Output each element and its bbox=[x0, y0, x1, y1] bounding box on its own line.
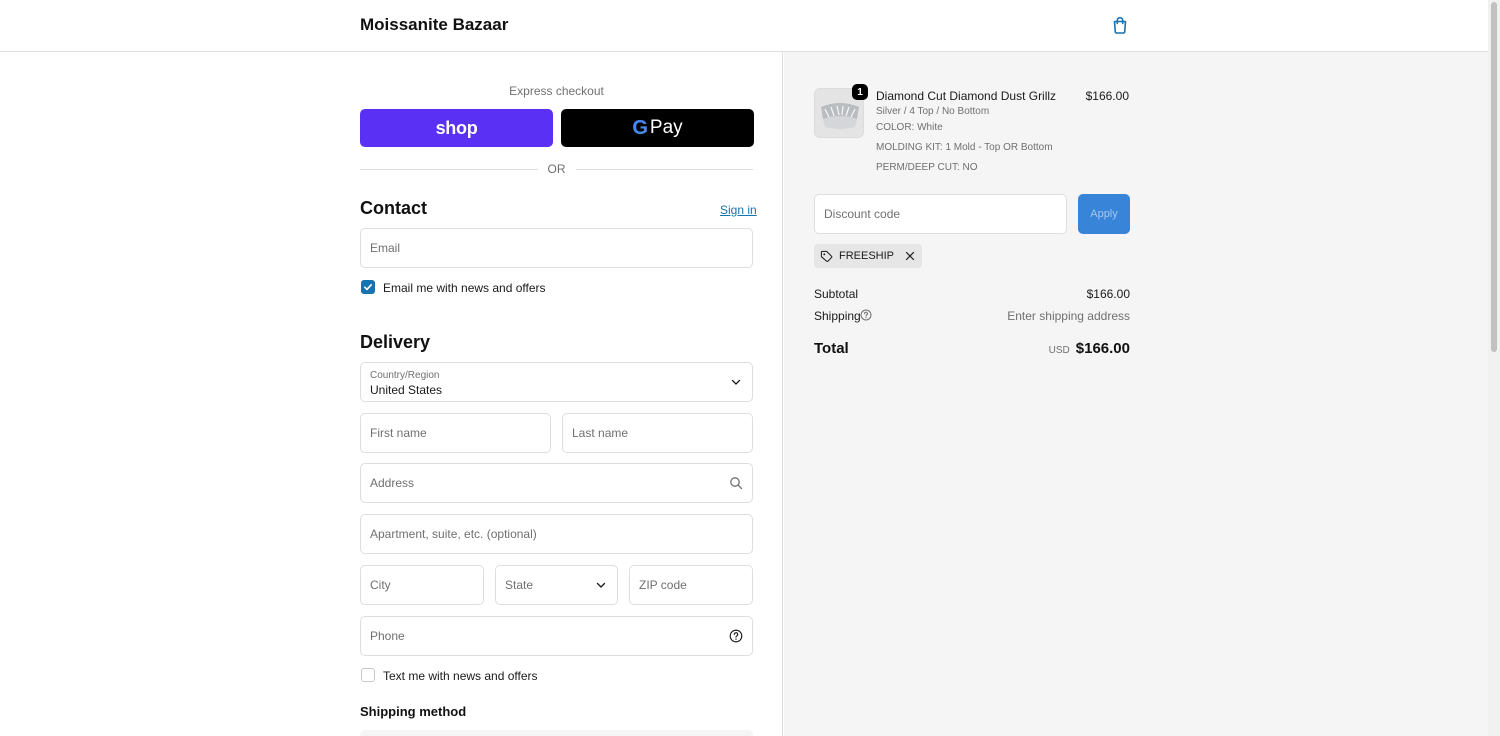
shipping-label: Shipping bbox=[814, 309, 861, 323]
help-circle-icon[interactable] bbox=[729, 629, 743, 643]
country-value: United States bbox=[370, 383, 443, 397]
sms-news-checkbox[interactable] bbox=[361, 668, 375, 682]
email-placeholder: Email bbox=[370, 241, 401, 255]
search-icon bbox=[730, 477, 743, 490]
tag-icon bbox=[820, 250, 833, 262]
currency-code: USD bbox=[1048, 345, 1070, 356]
address-placeholder: Address bbox=[370, 476, 415, 490]
google-g-icon: G bbox=[632, 116, 648, 139]
email-news-label: Email me with news and offers bbox=[383, 281, 546, 295]
total-amount: USD $166.00 bbox=[1000, 340, 1130, 357]
shopping-bag-icon[interactable] bbox=[1110, 15, 1130, 35]
chevron-down-icon bbox=[731, 379, 741, 385]
product-color: COLOR: White bbox=[876, 122, 943, 133]
order-summary-panel bbox=[784, 52, 1488, 736]
country-label: Country/Region bbox=[370, 370, 440, 381]
first-name-placeholder: First name bbox=[370, 426, 427, 440]
shop-pay-button[interactable]: shop bbox=[360, 109, 553, 147]
apply-discount-button[interactable]: Apply bbox=[1078, 194, 1130, 234]
discount-placeholder: Discount code bbox=[824, 207, 901, 221]
discount-tag: FREESHIP bbox=[814, 244, 923, 268]
discount-code-label: FREESHIP bbox=[839, 250, 895, 262]
product-perm-cut: PERM/DEEP CUT: NO bbox=[876, 162, 978, 173]
total-label: Total bbox=[814, 340, 849, 357]
page-scrollbar[interactable] bbox=[1488, 0, 1500, 736]
sign-in-link[interactable]: Sign in bbox=[720, 203, 757, 217]
email-field[interactable]: Email bbox=[360, 228, 753, 268]
first-name-field[interactable]: First name bbox=[360, 413, 551, 453]
zip-placeholder: ZIP code bbox=[639, 578, 687, 592]
phone-field[interactable]: Phone bbox=[360, 616, 753, 656]
subtotal-label: Subtotal bbox=[814, 287, 859, 301]
delivery-heading: Delivery bbox=[360, 332, 431, 352]
state-placeholder: State bbox=[505, 578, 534, 592]
address-field[interactable]: Address bbox=[360, 463, 753, 503]
city-field[interactable]: City bbox=[360, 565, 484, 605]
close-icon[interactable] bbox=[904, 250, 916, 262]
subtotal-value: $166.00 bbox=[1086, 287, 1130, 301]
help-circle-icon[interactable] bbox=[860, 309, 872, 321]
google-pay-button[interactable]: G Pay bbox=[561, 109, 754, 147]
shipping-value: Enter shipping address bbox=[1007, 309, 1130, 323]
express-checkout-label: Express checkout bbox=[509, 84, 604, 98]
phone-placeholder: Phone bbox=[370, 629, 405, 643]
checkout-header: Moissanite Bazaar bbox=[0, 0, 1488, 52]
state-select[interactable]: State bbox=[495, 565, 618, 605]
or-text: OR bbox=[547, 162, 566, 176]
or-divider: OR bbox=[360, 161, 753, 177]
quantity-badge: 1 bbox=[852, 84, 868, 100]
contact-heading: Contact bbox=[360, 198, 427, 218]
sms-news-label: Text me with news and offers bbox=[383, 669, 538, 683]
product-variant: Silver / 4 Top / No Bottom bbox=[876, 106, 990, 117]
country-select[interactable]: Country/Region United States bbox=[360, 362, 753, 402]
shipping-method-box bbox=[360, 730, 753, 736]
divider-line bbox=[360, 168, 538, 170]
shop-pay-label: shop bbox=[435, 117, 478, 138]
discount-code-field[interactable]: Discount code bbox=[814, 194, 1067, 234]
total-value: $166.00 bbox=[1075, 340, 1130, 357]
scrollbar-thumb[interactable] bbox=[1491, 2, 1497, 352]
apartment-placeholder: Apartment, suite, etc. (optional) bbox=[370, 527, 537, 541]
product-price: $166.00 bbox=[1085, 89, 1129, 103]
chevron-down-icon bbox=[596, 582, 606, 588]
last-name-placeholder: Last name bbox=[572, 426, 629, 440]
checkmark-icon bbox=[364, 284, 372, 291]
apartment-field[interactable]: Apartment, suite, etc. (optional) bbox=[360, 514, 753, 554]
city-placeholder: City bbox=[370, 578, 391, 592]
store-logo[interactable]: Moissanite Bazaar bbox=[360, 15, 508, 35]
last-name-field[interactable]: Last name bbox=[562, 413, 753, 453]
email-news-checkbox[interactable] bbox=[361, 280, 375, 294]
shipping-method-heading: Shipping method bbox=[360, 704, 467, 719]
product-molding-kit: MOLDING KIT: 1 Mold - Top OR Bottom bbox=[876, 142, 1053, 153]
divider-line bbox=[575, 168, 753, 170]
google-pay-label: Pay bbox=[649, 117, 683, 138]
product-title: Diamond Cut Diamond Dust Grillz bbox=[876, 89, 1057, 103]
zip-field[interactable]: ZIP code bbox=[629, 565, 753, 605]
